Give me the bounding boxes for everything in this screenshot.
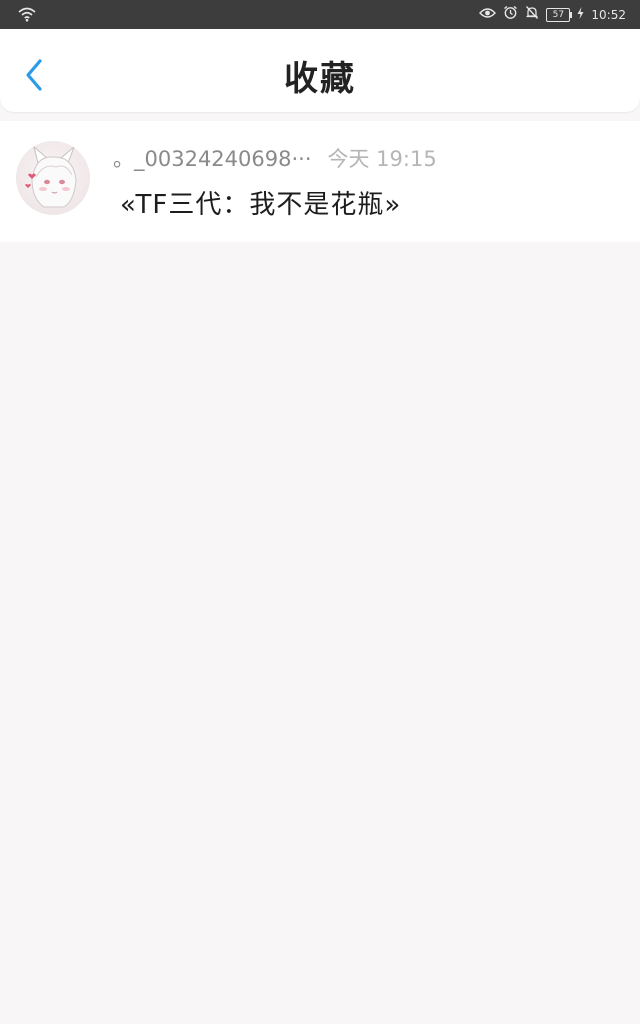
alarm-icon bbox=[503, 5, 518, 25]
bell-muted-icon bbox=[525, 5, 539, 25]
favorites-list: 。_00324240698··· 今天 19:15 «TF三代：我不是花瓶» bbox=[0, 121, 640, 242]
status-bar: 57 10:52 bbox=[0, 0, 640, 29]
avatar[interactable] bbox=[16, 141, 90, 215]
status-time: 10:52 bbox=[591, 8, 626, 22]
timestamp: 今天 19:15 bbox=[327, 147, 437, 171]
top-nav-bar: 收藏 bbox=[0, 29, 640, 112]
battery-indicator: 57 bbox=[546, 8, 573, 22]
page-title: 收藏 bbox=[284, 59, 356, 99]
eye-icon bbox=[479, 6, 497, 24]
list-item[interactable]: 。_00324240698··· 今天 19:15 «TF三代：我不是花瓶» bbox=[0, 121, 640, 242]
author-name[interactable]: 。_00324240698··· bbox=[113, 147, 312, 171]
item-meta: 。_00324240698··· 今天 19:15 bbox=[113, 143, 437, 173]
wifi-icon bbox=[18, 6, 36, 26]
item-title[interactable]: «TF三代：我不是花瓶» bbox=[120, 184, 401, 221]
charging-icon bbox=[577, 6, 584, 24]
